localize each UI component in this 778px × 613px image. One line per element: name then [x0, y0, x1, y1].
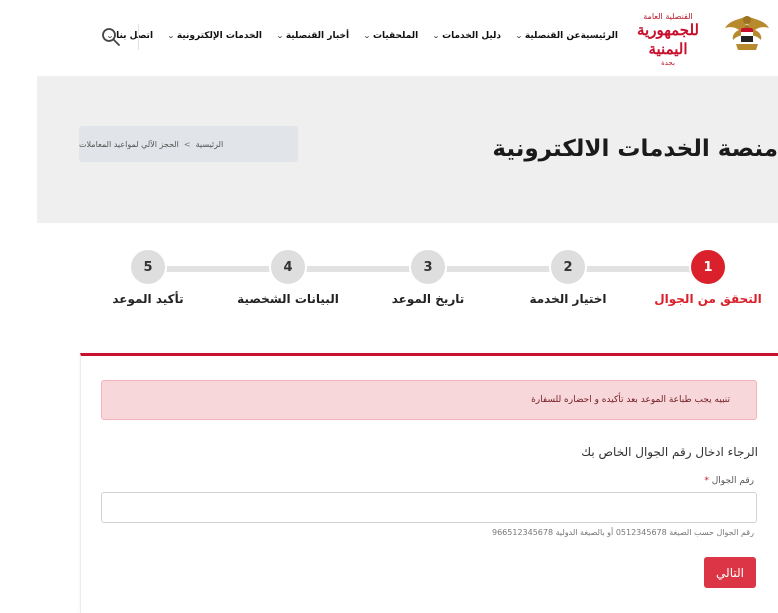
step-choose-service: 2 اختيار الخدمة — [508, 248, 628, 306]
phone-format-hint: رقم الجوال حسب الصيغة 0512345678 أو بالص… — [492, 528, 754, 537]
nav-divider — [138, 24, 139, 50]
phone-field-label: رقم الجوال * — [704, 476, 754, 486]
nav-item-label: الرئيسية — [580, 31, 618, 41]
step-number-badge: 5 — [129, 248, 167, 286]
site-header: القنصلية العامة للجمهورية اليمنية بجدة ا… — [0, 0, 778, 76]
search-button[interactable] — [100, 26, 122, 48]
step-personal-info: 4 البيانات الشخصية — [228, 248, 348, 306]
nav-item-label: الخدمات الإلكترونية — [176, 31, 262, 41]
phone-verification-card: تنبيه يجب طباعة الموعد بعد تأكيده و احضا… — [80, 353, 778, 613]
nav-item-label: دليل الخدمات — [442, 31, 502, 41]
step-label: التحقق من الجوال — [654, 292, 762, 306]
step-number-badge: 2 — [549, 248, 587, 286]
nav-item-label: الملحقيات — [372, 31, 419, 41]
chevron-down-icon: ⌄ — [432, 32, 440, 40]
step-number-badge: 1 — [689, 248, 727, 286]
breadcrumb: الرئيسية > الحجز الآلي لمواعيد المعاملات — [79, 126, 298, 162]
yemen-emblem-icon — [725, 16, 769, 50]
nav-item-about[interactable]: ⌄ عن القنصلية — [515, 31, 581, 41]
logo-city-text: بجدة — [661, 59, 675, 67]
step-appointment-date: 3 تاريخ الموعد — [368, 248, 488, 306]
main-nav: الرئيسية ⌄ عن القنصلية ⌄ دليل الخدمات ⌄ … — [92, 28, 618, 44]
logo-text: القنصلية العامة للجمهورية اليمنية بجدة — [620, 12, 716, 67]
breadcrumb-home-link[interactable]: الرئيسية — [196, 140, 224, 149]
form-heading: الرجاء ادخال رقم الجوال الخاص بك — [581, 445, 758, 459]
nav-item-news[interactable]: ⌄ أخبار القنصلية — [276, 31, 350, 41]
nav-item-e-services[interactable]: ⌄ الخدمات الإلكترونية — [167, 31, 262, 41]
chevron-down-icon: ⌄ — [515, 32, 523, 40]
step-verify-phone: 1 التحقق من الجوال — [648, 248, 768, 306]
step-confirm-appointment: 5 تأكيد الموعد — [88, 248, 208, 306]
page-title-band: منصة الخدمات الالكترونية الرئيسية > الحج… — [37, 76, 778, 223]
step-number-badge: 4 — [269, 248, 307, 286]
step-label: اختيار الخدمة — [529, 292, 607, 306]
nav-item-attaches[interactable]: ⌄ الملحقيات — [363, 31, 419, 41]
warning-alert: تنبيه يجب طباعة الموعد بعد تأكيده و احضا… — [101, 380, 757, 420]
step-label: البيانات الشخصية — [237, 292, 339, 306]
logo-small-text: القنصلية العامة — [643, 12, 693, 21]
page-title: منصة الخدمات الالكترونية — [492, 136, 778, 162]
chevron-down-icon: ⌄ — [167, 32, 175, 40]
step-number-badge: 3 — [409, 248, 447, 286]
breadcrumb-current: الحجز الآلي لمواعيد المعاملات — [79, 139, 179, 149]
chevron-down-icon: ⌄ — [276, 32, 284, 40]
required-mark: * — [704, 476, 709, 486]
logo-main-text: للجمهورية اليمنية — [636, 21, 699, 58]
nav-item-home[interactable]: الرئيسية — [581, 31, 618, 41]
phone-label-text: رقم الجوال — [711, 476, 754, 486]
nav-item-services-guide[interactable]: ⌄ دليل الخدمات — [432, 31, 502, 41]
next-button[interactable]: التالي — [704, 557, 756, 588]
nav-item-label: أخبار القنصلية — [285, 31, 350, 41]
booking-stepper: 1 التحقق من الجوال 2 اختيار الخدمة 3 تار… — [0, 248, 778, 318]
nav-item-label: عن القنصلية — [524, 31, 581, 41]
phone-number-input[interactable] — [101, 492, 757, 523]
search-icon — [102, 28, 120, 46]
chevron-down-icon: ⌄ — [363, 32, 371, 40]
step-label: تاريخ الموعد — [391, 292, 465, 306]
breadcrumb-separator: > — [183, 139, 191, 149]
consulate-logo[interactable]: القنصلية العامة للجمهورية اليمنية بجدة — [620, 8, 770, 67]
step-label: تأكيد الموعد — [112, 292, 184, 306]
